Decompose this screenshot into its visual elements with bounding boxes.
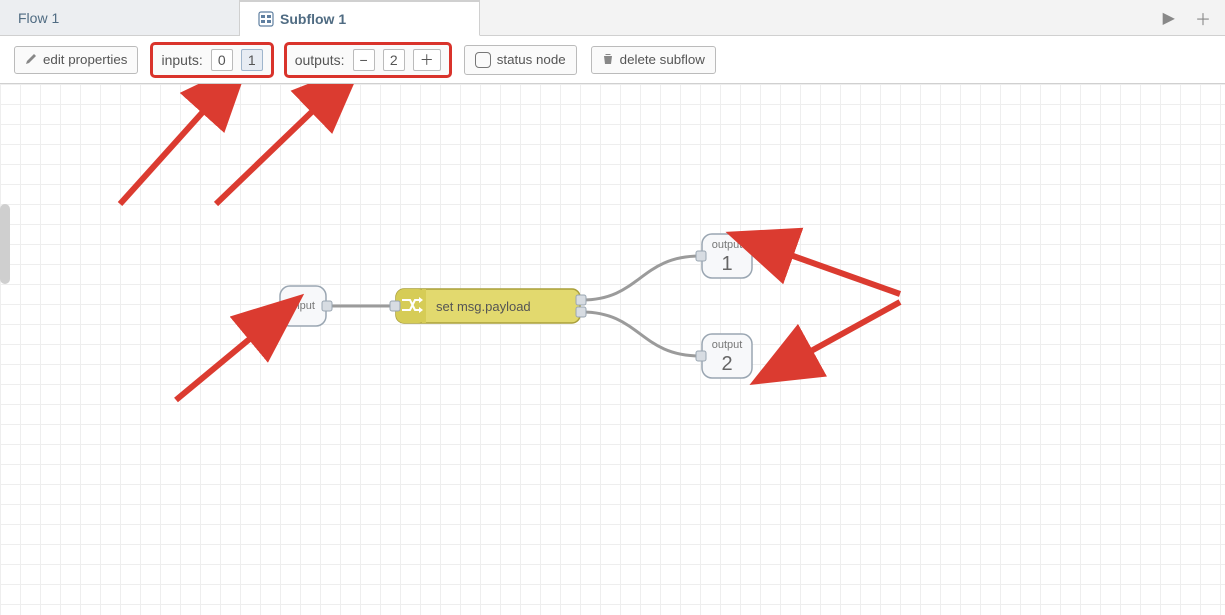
subflow-input-node[interactable]: input	[280, 286, 332, 326]
wire-change-to-output2	[582, 312, 700, 356]
edit-properties-label: edit properties	[43, 53, 127, 66]
outputs-control: outputs: − 2 ＋	[286, 44, 450, 76]
edit-properties-button[interactable]: edit properties	[14, 46, 138, 74]
output2-num: 2	[721, 353, 732, 375]
status-node-label: status node	[497, 53, 566, 66]
outputs-decrement[interactable]: −	[353, 49, 375, 71]
inputs-control: inputs: 0 1	[152, 44, 271, 76]
inputs-option-0[interactable]: 0	[211, 49, 233, 71]
tab-subflow-1[interactable]: Subflow 1	[240, 0, 480, 36]
wire-change-to-output1	[582, 256, 700, 300]
outputs-increment[interactable]: ＋	[413, 49, 441, 71]
checkbox-icon	[475, 52, 491, 68]
delete-subflow-label: delete subflow	[620, 53, 705, 66]
trash-icon	[602, 53, 614, 67]
canvas-svg: input set msg.payload output 1	[0, 84, 1225, 615]
status-node-button[interactable]: status node	[464, 45, 577, 75]
change-node-label: set msg.payload	[436, 299, 531, 314]
tab-label: Subflow 1	[280, 11, 346, 27]
tabstrip-actions: ▶ ＋	[1149, 0, 1225, 35]
pencil-icon	[25, 53, 37, 67]
inputs-option-1[interactable]: 1	[241, 49, 263, 71]
subflow-output-1[interactable]: output 1	[696, 234, 752, 278]
run-icon[interactable]: ▶	[1157, 4, 1181, 32]
tabstrip: Flow 1 Subflow 1 ▶ ＋	[0, 0, 1225, 36]
tab-label: Flow 1	[18, 10, 59, 26]
tab-flow-1[interactable]: Flow 1	[0, 0, 240, 35]
subflow-icon	[258, 11, 274, 27]
subflow-toolbar: edit properties inputs: 0 1 outputs: − 2…	[0, 36, 1225, 84]
output1-num: 1	[721, 253, 732, 275]
flow-canvas[interactable]: input set msg.payload output 1	[0, 84, 1225, 615]
delete-subflow-button[interactable]: delete subflow	[591, 46, 716, 74]
outputs-label: outputs:	[295, 52, 345, 68]
output1-small: output	[712, 239, 743, 251]
change-node[interactable]: set msg.payload	[390, 289, 586, 323]
outputs-value: 2	[383, 49, 405, 71]
subflow-output-2[interactable]: output 2	[696, 334, 752, 378]
inputs-label: inputs:	[161, 52, 202, 68]
add-tab-icon[interactable]: ＋	[1189, 2, 1217, 34]
output2-small: output	[712, 339, 743, 351]
input-node-label: input	[291, 300, 315, 312]
